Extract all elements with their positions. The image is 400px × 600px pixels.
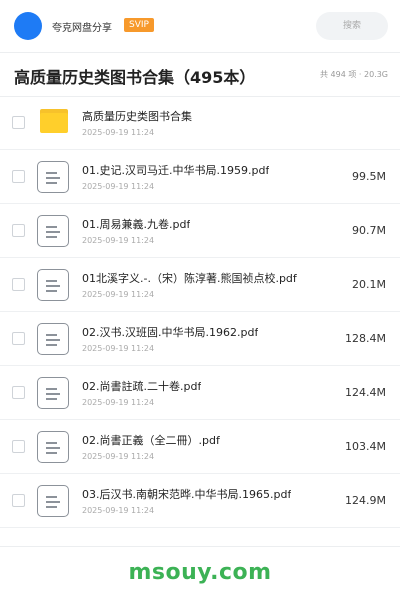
row-checkbox[interactable] <box>12 332 25 345</box>
item-size: 124.4M <box>345 386 386 399</box>
folder-icon <box>40 109 68 133</box>
row-checkbox[interactable] <box>12 440 25 453</box>
app-name: 夸克网盘分享 <box>52 23 112 34</box>
item-date: 2025-09-19 11:24 <box>82 344 155 353</box>
item-name[interactable]: 01.周易兼義.九卷.pdf <box>82 216 190 232</box>
share-summary: 共 494 项 · 20.3G <box>320 70 388 79</box>
file-icon <box>37 215 69 247</box>
item-date: 2025-09-19 11:24 <box>82 182 155 191</box>
row-checkbox[interactable] <box>12 494 25 507</box>
avatar[interactable] <box>14 12 42 40</box>
item-name[interactable]: 01北溪字义.-.（宋）陈淳著.熊国祯点校.pdf <box>82 270 297 286</box>
file-icon <box>37 485 69 517</box>
row-checkbox[interactable] <box>12 278 25 291</box>
header: 夸克网盘分享 SVIP 搜索 <box>0 0 400 52</box>
file-row[interactable]: 01北溪字义.-.（宋）陈淳著.熊国祯点校.pdf 2025-09-19 11:2… <box>0 258 400 312</box>
svip-badge: SVIP <box>124 18 154 32</box>
item-size: 20.1M <box>352 278 386 291</box>
row-checkbox[interactable] <box>12 116 25 129</box>
file-icon <box>37 161 69 193</box>
row-checkbox[interactable] <box>12 170 25 183</box>
file-row[interactable]: 02.尚書正義（全二冊）.pdf 2025-09-19 11:24 103.4M <box>0 420 400 474</box>
item-name[interactable]: 02.尚書正義（全二冊）.pdf <box>82 432 220 448</box>
divider <box>0 52 400 53</box>
item-name[interactable]: 03.后汉书.南朝宋范晔.中华书局.1965.pdf <box>82 486 291 502</box>
item-size: 99.5M <box>352 170 386 183</box>
file-icon <box>37 377 69 409</box>
item-date: 2025-09-19 11:24 <box>82 506 155 515</box>
file-row[interactable]: 01.周易兼義.九卷.pdf 2025-09-19 11:24 90.7M <box>0 204 400 258</box>
item-date: 2025-09-19 11:24 <box>82 452 155 461</box>
search-input[interactable]: 搜索 <box>316 12 388 40</box>
file-row[interactable]: 03.后汉书.南朝宋范晔.中华书局.1965.pdf 2025-09-19 11:… <box>0 474 400 528</box>
watermark: msouy.com <box>128 560 272 585</box>
item-date: 2025-09-19 11:24 <box>82 128 155 137</box>
item-name[interactable]: 高质量历史类图书合集 <box>82 108 192 124</box>
folder-row[interactable]: 高质量历史类图书合集 2025-09-19 11:24 <box>0 96 400 150</box>
page-title: 高质量历史类图书合集（495本） <box>14 68 256 87</box>
item-name[interactable]: 02.汉书.汉班固.中华书局.1962.pdf <box>82 324 258 340</box>
item-size: 103.4M <box>345 440 386 453</box>
item-size: 124.9M <box>345 494 386 507</box>
file-list: 高质量历史类图书合集 2025-09-19 11:24 01.史记.汉司马迁.中华书… <box>0 96 400 528</box>
row-checkbox[interactable] <box>12 224 25 237</box>
item-date: 2025-09-19 11:24 <box>82 290 155 299</box>
item-name[interactable]: 01.史记.汉司马迁.中华书局.1959.pdf <box>82 162 269 178</box>
item-date: 2025-09-19 11:24 <box>82 398 155 407</box>
file-icon <box>37 269 69 301</box>
file-icon <box>37 323 69 355</box>
item-name[interactable]: 02.尚書註疏.二十卷.pdf <box>82 378 201 394</box>
file-row[interactable]: 01.史记.汉司马迁.中华书局.1959.pdf 2025-09-19 11:24… <box>0 150 400 204</box>
item-size: 90.7M <box>352 224 386 237</box>
row-checkbox[interactable] <box>12 386 25 399</box>
file-row[interactable]: 02.尚書註疏.二十卷.pdf 2025-09-19 11:24 124.4M <box>0 366 400 420</box>
divider <box>0 546 400 547</box>
item-date: 2025-09-19 11:24 <box>82 236 155 245</box>
file-row[interactable]: 02.汉书.汉班固.中华书局.1962.pdf 2025-09-19 11:24 1… <box>0 312 400 366</box>
file-icon <box>37 431 69 463</box>
item-size: 128.4M <box>345 332 386 345</box>
